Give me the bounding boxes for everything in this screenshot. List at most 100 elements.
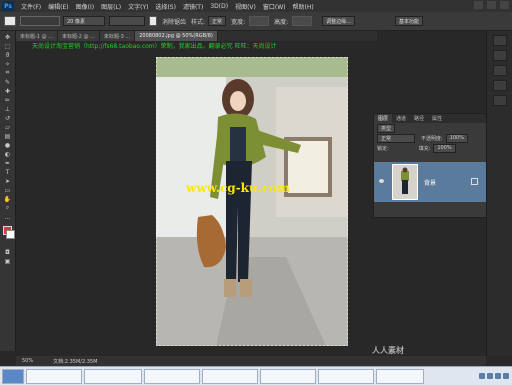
adjustments-panel-icon[interactable] xyxy=(493,65,507,76)
antialias-checkbox[interactable] xyxy=(149,16,157,26)
brush-tool-icon[interactable]: ✏ xyxy=(4,97,12,104)
marquee-tool-icon[interactable] xyxy=(4,16,16,26)
photoshop-logo-icon: Ps xyxy=(2,1,14,11)
path-selection-icon[interactable]: ➤ xyxy=(4,178,12,185)
crop-tool-icon[interactable]: ⌗ xyxy=(4,69,12,76)
gradient-tool-icon[interactable]: ▤ xyxy=(4,133,12,140)
tray-icon[interactable] xyxy=(495,373,501,379)
blur-tool-icon[interactable]: ● xyxy=(4,142,12,149)
menu-type[interactable]: 文字(Y) xyxy=(128,2,148,11)
layer-kind-select[interactable]: 类型 xyxy=(377,123,396,133)
tab-untitled-1[interactable]: 未标题-1 @ ... xyxy=(16,31,58,41)
hand-tool-icon[interactable]: ✋ xyxy=(4,196,12,203)
menu-window[interactable]: 窗口(W) xyxy=(263,2,286,11)
shape-tool-icon[interactable]: ▭ xyxy=(4,187,12,194)
fill-label: 填充: xyxy=(418,145,431,152)
style-label: 样式: xyxy=(191,18,206,26)
tab-active-document[interactable]: 20080802.jpg @ 50%(RGB/8) xyxy=(135,31,218,41)
lock-icon xyxy=(471,178,478,185)
start-button[interactable] xyxy=(2,368,24,384)
document-tabs: 未标题-1 @ ... 未标题-2 @ ... 未标题-3 ... 200808… xyxy=(16,31,377,41)
taskbar-item-7[interactable] xyxy=(376,368,424,384)
zoom-tool-icon[interactable]: ⌕ xyxy=(4,204,12,211)
clone-stamp-icon[interactable]: ⊥ xyxy=(4,106,12,113)
healing-brush-icon[interactable]: ✚ xyxy=(4,88,12,95)
styles-panel-icon[interactable] xyxy=(493,80,507,91)
pen-tool-icon[interactable]: ✒ xyxy=(4,160,12,167)
style-select[interactable]: 正常 xyxy=(208,16,227,26)
site-watermark: 人人素材 xyxy=(372,346,404,355)
taskbar-item-6[interactable] xyxy=(318,368,374,384)
options-bar: 20 像素 消除锯齿 样式: 正常 宽度: 高度: 调整边缘... 基本功能 xyxy=(0,12,512,31)
menu-help[interactable]: 帮助(H) xyxy=(293,2,314,11)
dodge-tool-icon[interactable]: ◐ xyxy=(4,151,12,158)
color-swatches[interactable] xyxy=(0,224,15,246)
taskbar-item-3[interactable] xyxy=(144,368,200,384)
menu-layer[interactable]: 图层(L) xyxy=(101,2,121,11)
menu-file[interactable]: 文件(F) xyxy=(21,2,41,11)
menu-view[interactable]: 视图(V) xyxy=(235,2,256,11)
menu-edit[interactable]: 编辑(E) xyxy=(48,2,68,11)
layer-name: 背景 xyxy=(424,179,437,187)
magic-wand-icon[interactable]: ✧ xyxy=(4,61,12,68)
color-panel-icon[interactable] xyxy=(493,95,507,106)
menu-image[interactable]: 图像(I) xyxy=(76,2,94,11)
document-size: 文档:2.35M/2.35M xyxy=(53,358,98,365)
close-button[interactable] xyxy=(500,1,509,9)
height-label: 高度: xyxy=(274,18,289,26)
tray-icon[interactable] xyxy=(487,373,493,379)
tab-untitled-2[interactable]: 未标题-2 @ ... xyxy=(57,31,100,41)
history-panel-icon[interactable] xyxy=(493,35,507,46)
type-tool-icon[interactable]: T xyxy=(4,169,12,176)
refine-edge-button[interactable]: 调整边缘... xyxy=(322,16,355,26)
lasso-tool-icon[interactable]: ϑ xyxy=(4,52,12,59)
background-color-swatch[interactable] xyxy=(6,230,15,239)
tab-untitled-3[interactable]: 未标题-3 ... xyxy=(99,31,136,41)
collapsed-panels-strip xyxy=(486,31,512,356)
screen-mode-icon[interactable]: ▣ xyxy=(4,258,12,265)
taskbar-item-5[interactable] xyxy=(260,368,316,384)
minimize-button[interactable] xyxy=(474,1,483,9)
menu-select[interactable]: 选择(S) xyxy=(155,2,176,11)
fill-input[interactable]: 100% xyxy=(433,143,456,153)
menu-bar: Ps 文件(F) 编辑(E) 图像(I) 图层(L) 文字(Y) 选择(S) 滤… xyxy=(0,0,512,12)
taskbar-item-4[interactable] xyxy=(202,368,258,384)
canvas-photo[interactable]: www.cg-ku.com xyxy=(156,57,348,346)
tab-channels[interactable]: 通道 xyxy=(392,114,410,123)
tab-properties[interactable]: 属性 xyxy=(428,114,446,123)
visibility-eye-icon[interactable] xyxy=(379,179,384,183)
height-input[interactable] xyxy=(292,16,313,26)
feather-input[interactable]: 20 像素 xyxy=(63,16,105,26)
workspace-select[interactable]: 基本功能 xyxy=(394,16,423,26)
lock-label: 锁定: xyxy=(377,145,389,152)
tray-icon[interactable] xyxy=(503,373,509,379)
maximize-button[interactable] xyxy=(487,1,496,9)
extra-tool-icon[interactable]: … xyxy=(4,214,12,221)
selection-mode-icons[interactable] xyxy=(20,16,60,26)
status-bar: 50% 文档:2.35M/2.35M xyxy=(16,356,486,366)
lock-row: 锁定: 填充: 100% xyxy=(374,143,486,153)
tab-layers[interactable]: 图层 xyxy=(374,114,393,123)
taskbar-item-1[interactable] xyxy=(26,368,82,384)
marquee-tool-icon[interactable]: ⬚ xyxy=(4,43,12,50)
layer-thumbnail xyxy=(392,164,418,200)
tray-icon[interactable] xyxy=(479,373,485,379)
width-input[interactable] xyxy=(249,16,270,26)
history-brush-icon[interactable]: ↺ xyxy=(4,115,12,122)
quick-mask-icon[interactable]: ◘ xyxy=(4,249,12,256)
opacity-input[interactable]: 100% xyxy=(445,133,468,143)
layer-row-background[interactable]: 背景 xyxy=(374,162,486,202)
antialias-label: 消除锯齿 xyxy=(162,18,187,26)
menu-filter[interactable]: 滤镜(T) xyxy=(183,2,203,11)
eyedropper-icon[interactable]: ✎ xyxy=(4,79,12,86)
eraser-icon[interactable]: ▱ xyxy=(4,124,12,131)
properties-panel-icon[interactable] xyxy=(493,50,507,61)
tab-paths[interactable]: 路径 xyxy=(410,114,428,123)
taskbar-item-2[interactable] xyxy=(84,368,142,384)
zoom-level[interactable]: 50% xyxy=(22,358,33,364)
blend-mode-select[interactable]: 正常 xyxy=(377,133,415,143)
layers-panel-tabs: 图层 通道 路径 属性 xyxy=(374,114,486,123)
move-tool-icon[interactable]: ✥ xyxy=(4,34,12,41)
menu-3d[interactable]: 3D(D) xyxy=(210,3,228,10)
feather-field[interactable] xyxy=(109,16,145,26)
